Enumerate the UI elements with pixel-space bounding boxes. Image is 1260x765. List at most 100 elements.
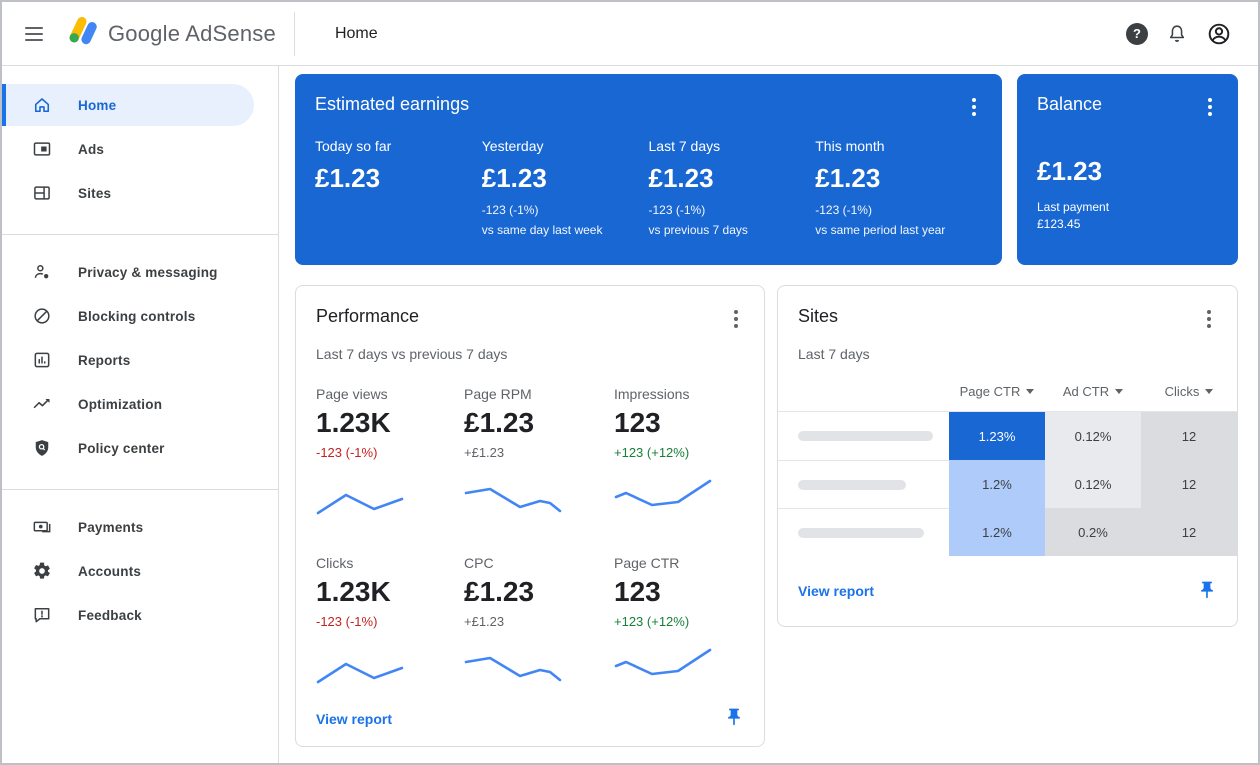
sidebar-item-optimization[interactable]: Optimization [2, 383, 278, 425]
sidebar-item-label: Sites [78, 186, 111, 201]
sites-table: Page CTR Ad CTR Clicks [778, 372, 1237, 556]
metric-label: Page views [316, 386, 464, 402]
column-label: Page CTR [960, 384, 1021, 399]
notifications-bell-icon[interactable] [1166, 23, 1188, 45]
account-avatar-icon[interactable] [1206, 21, 1232, 47]
top-cards-row: Estimated earnings Today so far £1.23 Ye… [295, 74, 1238, 265]
earnings-metric-today: Today so far £1.23 [315, 138, 482, 237]
help-icon[interactable]: ? [1126, 23, 1148, 45]
performance-view-report-link[interactable]: View report [316, 711, 392, 727]
cell-clicks: 12 [1141, 412, 1237, 460]
sidebar-item-sites[interactable]: Sites [2, 172, 278, 214]
gear-icon [32, 561, 52, 581]
metric-compare: vs same period last year [815, 223, 982, 237]
page-title: Home [335, 25, 378, 43]
metric-value: £1.23 [482, 163, 649, 194]
site-name-placeholder [778, 508, 949, 556]
estimated-earnings-title: Estimated earnings [315, 94, 469, 115]
column-header-clicks[interactable]: Clicks [1141, 384, 1237, 399]
sort-arrow-down-icon [1205, 389, 1213, 394]
cell-clicks: 12 [1141, 508, 1237, 556]
metric-value: 123 [614, 576, 746, 608]
metric-delta [315, 203, 482, 217]
home-icon [32, 95, 52, 115]
topbar-actions: ? [1126, 21, 1258, 47]
policy-shield-icon [32, 438, 52, 458]
table-row[interactable]: 1.2% 0.12% 12 [778, 460, 1237, 508]
sidebar-item-privacy-messaging[interactable]: Privacy & messaging [2, 251, 278, 293]
performance-subtitle: Last 7 days vs previous 7 days [316, 346, 744, 362]
cell-ad-ctr: 0.2% [1045, 508, 1141, 556]
metric-delta: -123 (-1%) [482, 203, 649, 217]
sites-subtitle: Last 7 days [798, 346, 1217, 362]
privacy-person-shield-icon [32, 262, 52, 282]
column-header-page-ctr[interactable]: Page CTR [949, 384, 1045, 399]
sidebar-divider [2, 234, 278, 235]
metric-page-views: Page views 1.23K -123 (-1%) [316, 386, 464, 523]
sites-table-header: Page CTR Ad CTR Clicks [778, 372, 1237, 412]
bottom-cards-row: Performance Last 7 days vs previous 7 da… [295, 285, 1238, 747]
sidebar-item-accounts[interactable]: Accounts [2, 550, 278, 592]
site-name-placeholder [778, 460, 949, 508]
sites-icon [32, 183, 52, 203]
estimated-earnings-card: Estimated earnings Today so far £1.23 Ye… [295, 74, 1002, 265]
metric-label: Page RPM [464, 386, 614, 402]
metric-label: This month [815, 138, 982, 154]
brand-name: Google AdSense [108, 21, 276, 47]
sidebar-item-blocking-controls[interactable]: Blocking controls [2, 295, 278, 337]
sidebar-item-policy-center[interactable]: Policy center [2, 427, 278, 469]
feedback-bubble-icon [32, 605, 52, 625]
metric-label: Impressions [614, 386, 746, 402]
kebab-menu-icon[interactable] [1201, 306, 1217, 332]
cell-page-ctr: 1.2% [949, 508, 1045, 556]
sites-title: Sites [798, 306, 838, 327]
metric-impressions: Impressions 123 +123 (+12%) [614, 386, 746, 523]
cell-ad-ctr: 0.12% [1045, 460, 1141, 508]
metric-delta: +£1.23 [464, 445, 614, 460]
kebab-menu-icon[interactable] [1202, 94, 1218, 120]
metric-compare: vs previous 7 days [649, 223, 816, 237]
balance-title: Balance [1037, 94, 1102, 115]
metric-page-rpm: Page RPM £1.23 +£1.23 [464, 386, 614, 523]
sidebar-item-label: Privacy & messaging [78, 265, 218, 280]
sparkline-chart [464, 645, 564, 687]
metric-value: £1.23 [649, 163, 816, 194]
sidebar: Home Ads Si [2, 66, 279, 763]
metric-delta: -123 (-1%) [316, 614, 464, 629]
table-row[interactable]: 1.23% 0.12% 12 [778, 412, 1237, 460]
sites-view-report-link[interactable]: View report [798, 583, 874, 599]
menu-icon[interactable] [10, 10, 58, 58]
push-pin-icon[interactable] [724, 707, 744, 730]
trending-up-icon [32, 394, 52, 414]
metric-label: Clicks [316, 555, 464, 571]
earnings-metric-this-month: This month £1.23 -123 (-1%) vs same peri… [815, 138, 982, 237]
sidebar-item-ads[interactable]: Ads [2, 128, 278, 170]
sidebar-item-label: Blocking controls [78, 309, 195, 324]
sidebar-item-feedback[interactable]: Feedback [2, 594, 278, 636]
earnings-metric-last7days: Last 7 days £1.23 -123 (-1%) vs previous… [649, 138, 816, 237]
sidebar-item-reports[interactable]: Reports [2, 339, 278, 381]
metric-label: Yesterday [482, 138, 649, 154]
table-row[interactable]: 1.2% 0.2% 12 [778, 508, 1237, 556]
kebab-menu-icon[interactable] [966, 94, 982, 120]
sidebar-item-payments[interactable]: Payments [2, 506, 278, 548]
metric-value: £1.23 [464, 576, 614, 608]
metric-value: 1.23K [316, 576, 464, 608]
sidebar-item-home[interactable]: Home [2, 84, 254, 126]
earnings-metric-yesterday: Yesterday £1.23 -123 (-1%) vs same day l… [482, 138, 649, 237]
metric-clicks: Clicks 1.23K -123 (-1%) [316, 555, 464, 692]
topbar-divider [294, 12, 295, 56]
main-content: Estimated earnings Today so far £1.23 Ye… [279, 66, 1258, 763]
push-pin-icon[interactable] [1197, 580, 1217, 603]
kebab-menu-icon[interactable] [728, 306, 744, 332]
metric-delta: -123 (-1%) [316, 445, 464, 460]
column-header-ad-ctr[interactable]: Ad CTR [1045, 384, 1141, 399]
metric-value: 123 [614, 407, 746, 439]
sort-arrow-down-icon [1115, 389, 1123, 394]
reports-chart-icon [32, 350, 52, 370]
cell-page-ctr: 1.23% [949, 412, 1045, 460]
metric-value: £1.23 [315, 163, 482, 194]
metric-compare: vs same day last week [482, 223, 649, 237]
sidebar-item-label: Optimization [78, 397, 162, 412]
sidebar-item-label: Policy center [78, 441, 165, 456]
